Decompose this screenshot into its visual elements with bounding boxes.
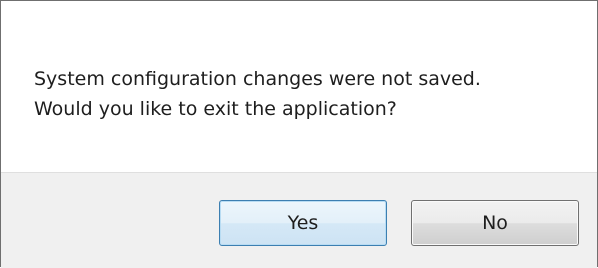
message-line-1: System configuration changes were not sa… xyxy=(34,68,481,90)
button-bar: Yes No xyxy=(1,172,597,268)
message-area: System configuration changes were not sa… xyxy=(1,1,597,172)
dialog-message: System configuration changes were not sa… xyxy=(34,64,481,124)
message-line-2: Would you like to exit the application? xyxy=(34,98,397,120)
no-button[interactable]: No xyxy=(411,200,579,246)
yes-button[interactable]: Yes xyxy=(219,200,387,246)
confirm-exit-dialog: System configuration changes were not sa… xyxy=(0,0,598,268)
